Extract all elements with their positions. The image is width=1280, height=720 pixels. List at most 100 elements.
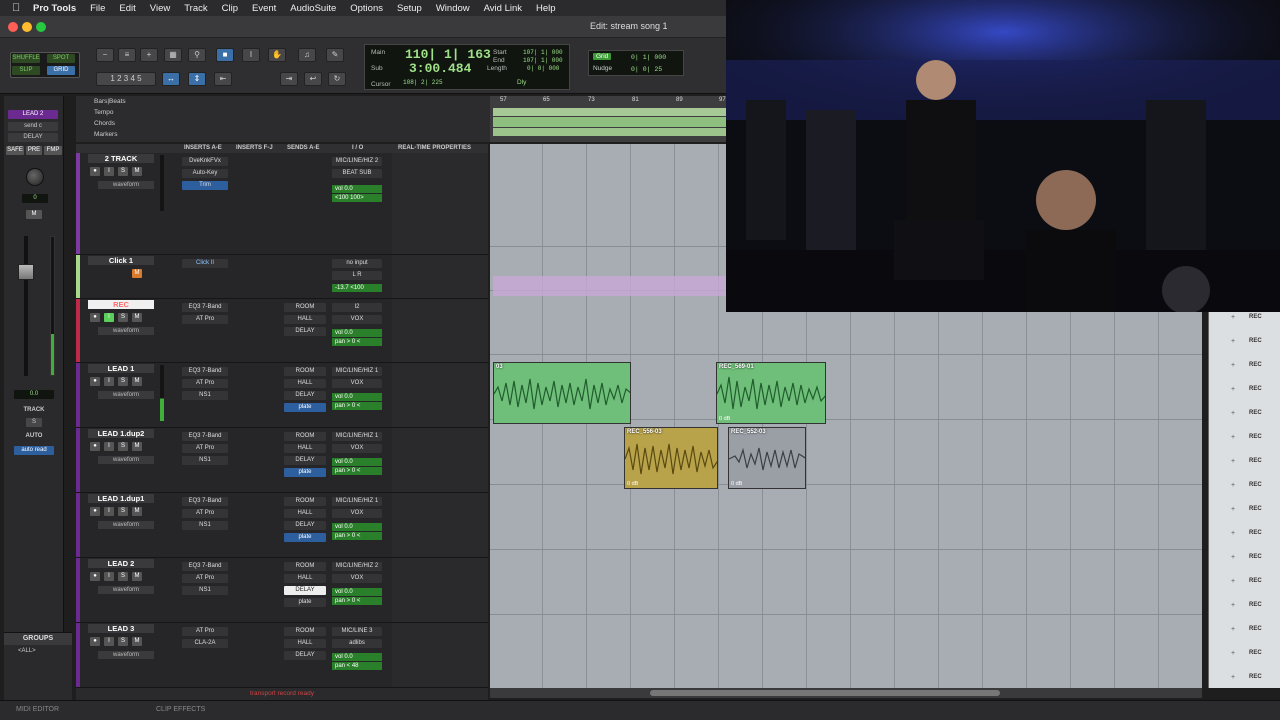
track-view-selector[interactable]: waveform bbox=[98, 651, 154, 659]
pan-readout[interactable]: pan > 0 < bbox=[332, 597, 382, 605]
nudge-label[interactable]: Nudge bbox=[593, 65, 612, 72]
clip-list-item[interactable]: REC bbox=[1249, 554, 1262, 560]
end-value[interactable]: 107| 1| 000 bbox=[523, 57, 563, 64]
marker-ruler-band[interactable] bbox=[493, 128, 726, 136]
insert-slot[interactable]: DveKnkFVx bbox=[182, 157, 228, 166]
strip-track-name[interactable]: LEAD 2 bbox=[8, 110, 58, 119]
input-monitor-icon[interactable]: I bbox=[104, 507, 114, 516]
send-slot[interactable]: plate bbox=[284, 533, 326, 542]
link-track-icon[interactable]: ⇕ bbox=[188, 72, 206, 86]
clip-list-item[interactable]: REC bbox=[1249, 362, 1262, 368]
input-selector[interactable]: MIC/LINE 3 bbox=[332, 627, 382, 636]
clip-effects-tab[interactable]: CLIP EFFECTS bbox=[156, 706, 205, 713]
magnify-tool-icon[interactable]: ⚲ bbox=[188, 48, 206, 62]
insert-slot[interactable]: Auto-Key bbox=[182, 169, 228, 178]
send-slot[interactable]: plate bbox=[284, 403, 326, 412]
mute-button[interactable]: M bbox=[132, 572, 142, 581]
track-name[interactable]: REC bbox=[88, 300, 154, 309]
strip-send[interactable]: send c bbox=[8, 122, 58, 131]
clip-list-item[interactable]: REC bbox=[1249, 482, 1262, 488]
pan-knob[interactable] bbox=[26, 168, 44, 186]
audio-clip[interactable]: 03 bbox=[493, 362, 631, 424]
input-monitor-icon[interactable]: I bbox=[104, 377, 114, 386]
expand-icon[interactable]: + bbox=[1231, 434, 1235, 441]
send-slot[interactable]: ROOM bbox=[284, 367, 326, 376]
grabber-tool-icon[interactable]: ✋ bbox=[268, 48, 286, 62]
insert-slot[interactable]: NS1 bbox=[182, 456, 228, 465]
record-icon[interactable]: ● bbox=[90, 442, 100, 451]
volume-readout[interactable]: -13.7 <100 bbox=[332, 284, 382, 292]
start-value[interactable]: 107| 1| 000 bbox=[523, 49, 563, 56]
expand-icon[interactable]: + bbox=[1231, 410, 1235, 417]
track-name[interactable]: LEAD 3 bbox=[88, 624, 154, 633]
clip-list-item[interactable]: REC bbox=[1249, 578, 1262, 584]
track-name[interactable]: LEAD 1 bbox=[88, 364, 154, 373]
pencil-tool-icon[interactable]: ✎ bbox=[326, 48, 344, 62]
input-selector[interactable]: MIC/LINE/HIZ 2 bbox=[332, 562, 382, 571]
timeline-ruler[interactable]: 57 65 73 81 89 97 bbox=[490, 96, 726, 142]
solo-button[interactable]: S bbox=[118, 442, 128, 451]
click-track-region[interactable] bbox=[493, 276, 726, 296]
input-monitor-icon[interactable]: I bbox=[104, 167, 114, 176]
scroll-thumb[interactable] bbox=[650, 690, 1000, 696]
pan-readout[interactable]: pan < 48 bbox=[332, 662, 382, 670]
insert-slot[interactable]: AT Pro bbox=[182, 315, 228, 324]
chord-ruler-band[interactable] bbox=[493, 117, 726, 127]
volume-readout[interactable]: vol 0.0 bbox=[332, 588, 382, 596]
send-slot[interactable]: DELAY bbox=[284, 651, 326, 660]
solo-button[interactable]: S bbox=[118, 507, 128, 516]
insert-slot[interactable]: AT Pro bbox=[182, 509, 228, 518]
clip-list-item[interactable]: REC bbox=[1249, 410, 1262, 416]
output-selector[interactable]: VOX bbox=[332, 379, 382, 388]
mute-button[interactable]: M bbox=[132, 377, 142, 386]
record-icon[interactable]: ● bbox=[90, 377, 100, 386]
track-view-selector[interactable]: waveform bbox=[98, 181, 154, 189]
slip-mode-button[interactable]: SLIP bbox=[12, 66, 40, 75]
track-name[interactable]: LEAD 1.dup1 bbox=[88, 494, 154, 503]
track-name[interactable]: Click 1 bbox=[88, 256, 154, 265]
automation-mode-select[interactable]: auto read bbox=[14, 446, 54, 455]
send-slot[interactable]: DELAY bbox=[284, 327, 326, 336]
trim-tool-icon[interactable]: ■ bbox=[216, 48, 234, 62]
output-selector[interactable]: BEAT SUB bbox=[332, 169, 382, 178]
audio-clip[interactable]: REC_569-01 0 dB bbox=[716, 362, 826, 424]
mute-button[interactable]: M bbox=[132, 507, 142, 516]
spot-mode-button[interactable]: SPOT bbox=[47, 54, 75, 63]
volume-readout[interactable]: vol 0.0 bbox=[332, 393, 382, 401]
output-selector[interactable]: VOX bbox=[332, 315, 382, 324]
send-slot[interactable]: ROOM bbox=[284, 303, 326, 312]
insert-slot[interactable]: Trim bbox=[182, 181, 228, 190]
safe-button[interactable]: SAFE bbox=[6, 146, 24, 155]
input-selector[interactable]: MIC/LINE/HIZ 2 bbox=[332, 157, 382, 166]
track-view-selector[interactable]: waveform bbox=[98, 327, 154, 335]
track-row[interactable]: REC ● I S M waveform EQ3 7-Band AT Pro R… bbox=[76, 299, 488, 363]
midi-editor-tab[interactable]: MIDI EDITOR bbox=[16, 706, 59, 713]
clip-list-item[interactable]: REC bbox=[1249, 338, 1262, 344]
clip-list-item[interactable]: REC bbox=[1249, 434, 1262, 440]
track-view-selector[interactable]: waveform bbox=[98, 456, 154, 464]
insert-slot[interactable]: AT Pro bbox=[182, 627, 228, 636]
insert-slot[interactable]: EQ3 7-Band bbox=[182, 367, 228, 376]
speaker-tool-icon[interactable]: ♫ bbox=[298, 48, 316, 62]
loop-icon[interactable]: ↻ bbox=[328, 72, 346, 86]
menu-help[interactable]: Help bbox=[529, 3, 563, 14]
send-slot[interactable]: HALL bbox=[284, 444, 326, 453]
pan-readout[interactable]: pan > 0 < bbox=[332, 338, 382, 346]
insert-slot[interactable]: NS1 bbox=[182, 586, 228, 595]
horizontal-scrollbar[interactable] bbox=[490, 688, 1202, 698]
insert-slot[interactable]: AT Pro bbox=[182, 379, 228, 388]
apple-icon[interactable]:  bbox=[12, 2, 26, 14]
clip-list-item[interactable]: REC bbox=[1249, 626, 1262, 632]
record-icon[interactable]: ● bbox=[90, 572, 100, 581]
send-slot[interactable]: plate bbox=[284, 468, 326, 477]
zoomer-tool-icon[interactable]: ▦ bbox=[164, 48, 182, 62]
expand-icon[interactable]: + bbox=[1231, 482, 1235, 489]
fmp-button[interactable]: FMP bbox=[44, 146, 62, 155]
send-slot[interactable]: HALL bbox=[284, 379, 326, 388]
track-name[interactable]: LEAD 2 bbox=[88, 559, 154, 568]
nudge-value[interactable]: 0| 0| 25 bbox=[631, 66, 662, 73]
clip-list-item[interactable]: REC bbox=[1249, 314, 1262, 320]
send-slot[interactable]: DELAY bbox=[284, 586, 326, 595]
input-monitor-icon[interactable]: I bbox=[104, 637, 114, 646]
track-row[interactable]: LEAD 1 ● I S M waveform EQ3 7-Band AT Pr… bbox=[76, 363, 488, 428]
